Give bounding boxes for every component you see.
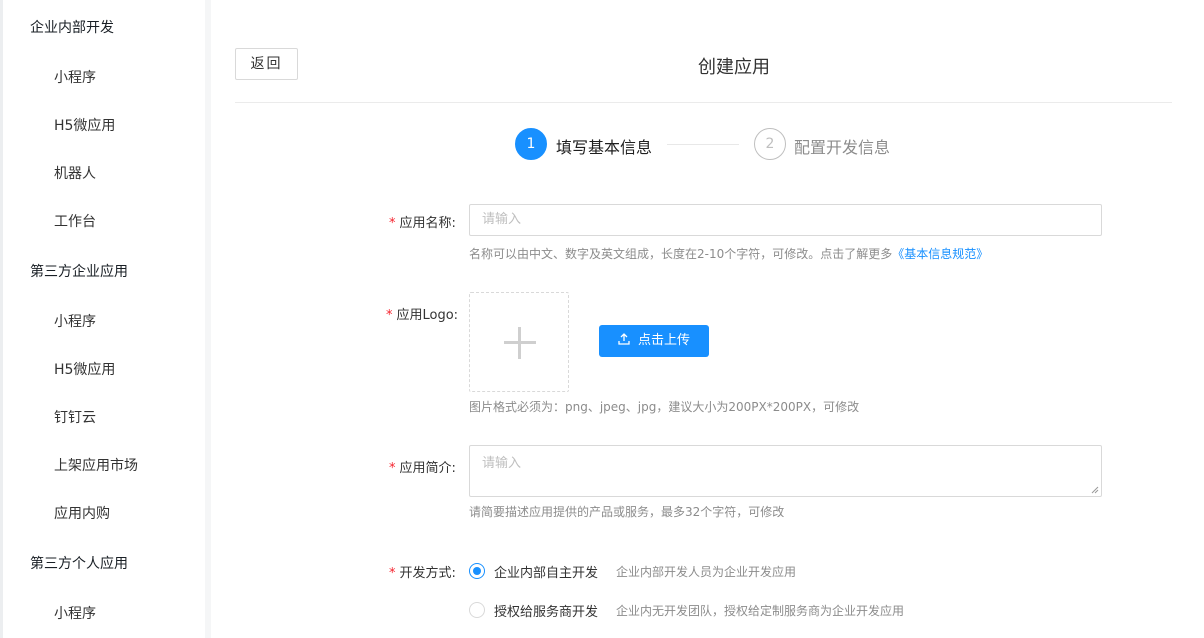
upload-icon bbox=[618, 333, 630, 345]
radio-authorize-provider-desc: 企业内无开发团队，授权给定制服务商为企业开发应用 bbox=[616, 604, 905, 618]
sidebar-item-personal-miniprogram[interactable]: 小程序 bbox=[54, 603, 96, 623]
step-1-indicator: 1 bbox=[515, 128, 547, 160]
logo-uploader[interactable] bbox=[469, 292, 569, 392]
sidebar-item-internal-robot[interactable]: 机器人 bbox=[54, 163, 96, 183]
app-name-placeholder: 请输入 bbox=[482, 212, 522, 227]
required-mark: * bbox=[386, 308, 393, 323]
sidebar-item-tp-dingcloud[interactable]: 钉钉云 bbox=[54, 407, 96, 427]
dev-mode-label-text: 开发方式: bbox=[399, 566, 456, 581]
step-2-label: 配置开发信息 bbox=[794, 138, 891, 157]
app-name-hint-text: 名称可以由中文、数字及英文组成，长度在2-10个字符，可修改。点击了解更多 bbox=[469, 247, 893, 261]
sidebar-group-third-party-personal[interactable]: 第三方个人应用 bbox=[30, 553, 128, 573]
app-intro-label-text: 应用简介: bbox=[399, 461, 456, 476]
app-name-label-text: 应用名称: bbox=[399, 216, 456, 231]
upload-button-label: 点击上传 bbox=[637, 333, 690, 348]
step-connector bbox=[667, 144, 739, 145]
app-logo-label: * 应用Logo: bbox=[386, 304, 458, 323]
main-panel: 返回 创建应用 1 填写基本信息 2 配置开发信息 * 应用名称: 请输入 名称可… bbox=[211, 0, 1204, 638]
sidebar-item-tp-market[interactable]: 上架应用市场 bbox=[54, 455, 138, 475]
app-intro-textarea[interactable]: 请输入 bbox=[469, 445, 1102, 497]
required-mark: * bbox=[389, 461, 396, 476]
back-button[interactable]: 返回 bbox=[235, 48, 298, 80]
radio-internal-dev[interactable] bbox=[469, 563, 485, 579]
page-title: 创建应用 bbox=[698, 57, 770, 78]
app-intro-placeholder: 请输入 bbox=[482, 456, 522, 471]
basic-info-spec-link[interactable]: 《基本信息规范》 bbox=[892, 247, 988, 261]
required-mark: * bbox=[389, 216, 396, 231]
sidebar: 企业内部开发 小程序 H5微应用 机器人 工作台 第三方企业应用 小程序 H5微… bbox=[0, 0, 205, 638]
app-intro-hint: 请简要描述应用提供的产品或服务，最多32个字符，可修改 bbox=[469, 505, 785, 519]
app-logo-hint: 图片格式必须为：png、jpeg、jpg，建议大小为200PX*200PX，可修… bbox=[469, 400, 860, 414]
header-divider bbox=[235, 102, 1172, 103]
radio-authorize-provider-label[interactable]: 授权给服务商开发 bbox=[494, 601, 598, 620]
required-mark: * bbox=[389, 566, 396, 581]
radio-authorize-provider[interactable] bbox=[469, 602, 485, 618]
dev-mode-label: * 开发方式: bbox=[389, 562, 456, 581]
radio-internal-dev-label[interactable]: 企业内部自主开发 bbox=[494, 562, 598, 581]
sidebar-item-internal-workbench[interactable]: 工作台 bbox=[54, 211, 96, 231]
app-intro-label: * 应用简介: bbox=[389, 457, 456, 476]
sidebar-item-tp-h5[interactable]: H5微应用 bbox=[54, 359, 115, 379]
app-name-hint: 名称可以由中文、数字及英文组成，长度在2-10个字符，可修改。点击了解更多《基本… bbox=[469, 245, 988, 262]
app-name-label: * 应用名称: bbox=[389, 212, 456, 231]
resize-handle-icon[interactable] bbox=[1091, 486, 1099, 494]
sidebar-item-tp-miniprogram[interactable]: 小程序 bbox=[54, 311, 96, 331]
app-logo-label-text: 应用Logo: bbox=[396, 308, 459, 323]
radio-internal-dev-desc: 企业内部开发人员为企业开发应用 bbox=[616, 565, 797, 579]
sidebar-item-internal-miniprogram[interactable]: 小程序 bbox=[54, 67, 96, 87]
upload-button[interactable]: 点击上传 bbox=[599, 325, 709, 357]
app-name-input[interactable]: 请输入 bbox=[469, 204, 1102, 236]
plus-icon-vertical bbox=[518, 327, 521, 359]
step-2-indicator: 2 bbox=[754, 128, 786, 160]
step-1-label: 填写基本信息 bbox=[556, 138, 653, 157]
sidebar-item-tp-purchase[interactable]: 应用内购 bbox=[54, 503, 110, 523]
sidebar-group-third-party-enterprise[interactable]: 第三方企业应用 bbox=[30, 261, 128, 281]
sidebar-group-internal[interactable]: 企业内部开发 bbox=[30, 17, 114, 37]
sidebar-item-internal-h5[interactable]: H5微应用 bbox=[54, 115, 115, 135]
